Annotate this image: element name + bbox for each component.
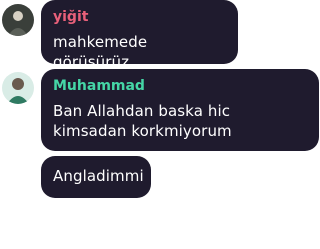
avatar-muhammad[interactable] [2,72,34,104]
message-text: Ban Allahdan baska hic kimsadan korkmiyo… [53,102,232,140]
chat-log: yiğit mahkemede görüşürüz Muhammad Ban A… [0,0,320,249]
message-bubble: Muhammad Ban Allahdan baska hic kimsadan… [41,69,319,151]
message-author[interactable]: Muhammad [53,77,307,95]
message-author[interactable]: yiğit [53,8,226,26]
avatar-yigit[interactable] [2,4,34,36]
message-bubble: yiğit mahkemede görüşürüz [41,0,238,71]
message-text: mahkemede görüşürüz [53,33,148,71]
message-text: Angladimmi [53,167,144,185]
message-bubble: Angladimmi [41,156,151,198]
